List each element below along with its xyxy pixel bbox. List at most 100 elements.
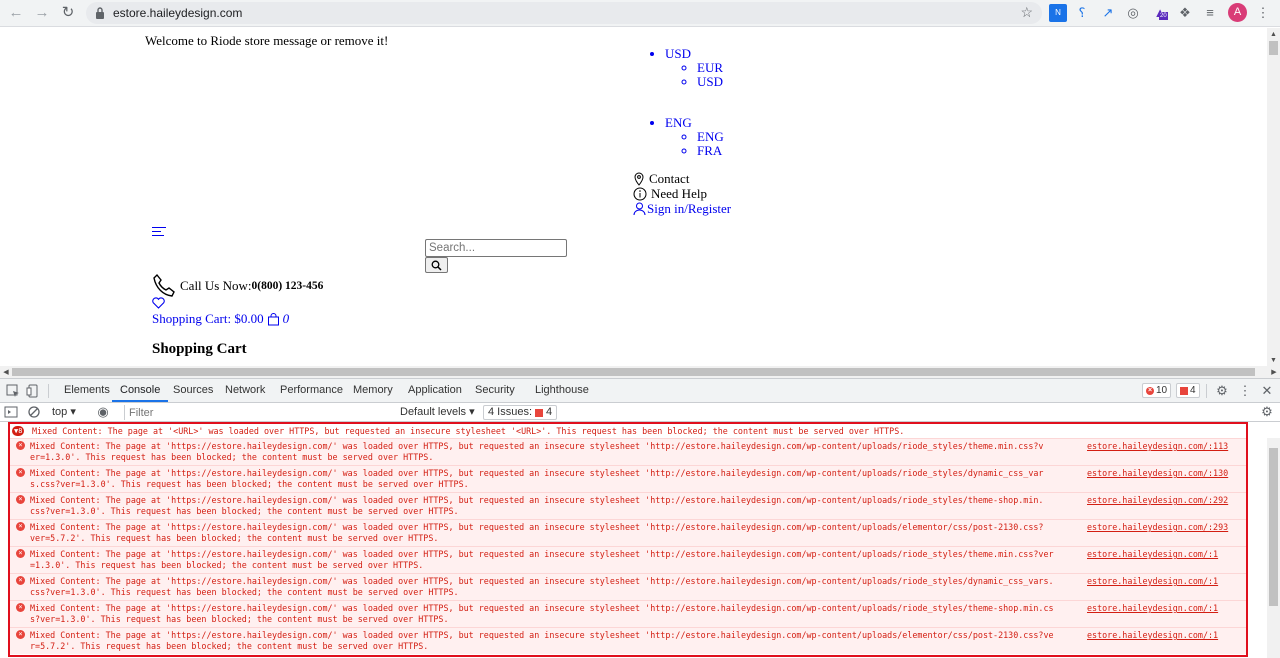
console-toolbar: top ▾ ◉ Default levels ▾ 4 Issues:4 ⚙ (0, 403, 1280, 422)
source-link[interactable]: estore.haileydesign.com/:113 (1087, 441, 1246, 452)
bookmark-star-icon[interactable]: ☆ (1020, 4, 1033, 21)
console-settings-gear-icon[interactable]: ⚙ (1259, 404, 1275, 420)
shopping-bag-icon (267, 312, 279, 325)
console-error-message[interactable]: × Mixed Content: The page at 'https://est… (10, 600, 1246, 627)
page-vertical-scrollbar[interactable]: ▲ ▼ (1267, 28, 1280, 366)
message-line-2: er=1.3.0'. This request has been blocked… (30, 452, 434, 462)
inspect-element-icon[interactable] (5, 383, 21, 399)
more-options-icon[interactable]: ⋮ (1237, 383, 1253, 399)
issue-count-badge[interactable]: 4 (1176, 383, 1200, 398)
globe-icon[interactable]: ◎ (1124, 4, 1142, 22)
tab-sources[interactable]: Sources (173, 379, 213, 402)
scroll-right-arrow-icon[interactable]: ▶ (1268, 366, 1280, 378)
message-line-1: Mixed Content: The page at 'https://esto… (30, 522, 1044, 532)
profile-avatar[interactable]: A (1228, 3, 1247, 22)
lock-icon (96, 7, 104, 19)
console-error-message[interactable]: × Mixed Content: The page at 'https://est… (10, 438, 1246, 465)
live-expression-eye-icon[interactable]: ◉ (95, 404, 111, 420)
contact-link[interactable]: Contact (633, 171, 731, 186)
console-error-message[interactable]: × Mixed Content: The page at 'https://est… (10, 546, 1246, 573)
source-link[interactable]: estore.haileydesign.com/:1 (1087, 576, 1246, 587)
sidebar-toggle-icon[interactable] (4, 405, 18, 419)
page-horizontal-scrollbar[interactable]: ◀ ▶ (0, 366, 1280, 378)
currency-option[interactable]: EUR (697, 61, 723, 75)
map-pin-icon (634, 171, 644, 186)
currency-current[interactable]: USD EUR USD (665, 47, 723, 89)
tab-performance[interactable]: Performance (280, 379, 343, 402)
scroll-down-arrow-icon[interactable]: ▼ (1267, 354, 1280, 366)
console-error-message[interactable]: × Mixed Content: The page at 'https://est… (10, 465, 1246, 492)
tab-console[interactable]: Console (112, 379, 169, 402)
search-button[interactable] (425, 257, 448, 273)
source-link[interactable]: estore.haileydesign.com/:292 (1087, 495, 1246, 506)
context-selector[interactable]: top ▾ (52, 405, 76, 420)
console-scrollbar[interactable] (1267, 438, 1280, 658)
console-filter-input[interactable] (124, 405, 397, 420)
puzzle-icon[interactable]: ❖ (1176, 4, 1194, 22)
tab-network[interactable]: Network (225, 379, 265, 402)
error-count-badge[interactable]: × 10 (1142, 383, 1172, 398)
extension-new-icon[interactable]: N (1049, 4, 1067, 22)
back-button[interactable]: ← (5, 3, 27, 23)
menu-dots-icon[interactable]: ⋮ (1254, 4, 1272, 22)
mobile-menu-toggle[interactable] (152, 227, 166, 236)
language-option[interactable]: ENG (697, 130, 724, 144)
cart-link[interactable]: Shopping Cart: $0.00 0 (152, 311, 289, 327)
currency-option[interactable]: USD (697, 75, 723, 89)
reload-button[interactable]: ↻ (57, 3, 79, 23)
source-link[interactable]: estore.haileydesign.com/:1 (1087, 549, 1246, 560)
settings-gear-icon[interactable]: ⚙ (1214, 383, 1230, 399)
scroll-thumb[interactable] (12, 368, 1255, 376)
address-bar[interactable]: estore.haileydesign.com ☆ (86, 2, 1042, 24)
tab-security[interactable]: Security (475, 379, 515, 402)
source-link[interactable]: estore.haileydesign.com/:1 (1087, 603, 1246, 614)
language-option[interactable]: FRA (697, 144, 724, 158)
dropdown-arrow-icon: ▾ (469, 406, 475, 418)
message-line-1: Mixed Content: The page at 'https://esto… (30, 468, 1044, 478)
tab-lighthouse[interactable]: Lighthouse (535, 379, 589, 402)
close-devtools-icon[interactable]: ✕ (1259, 383, 1275, 399)
console-error-message[interactable]: × Mixed Content: The page at 'https://est… (10, 519, 1246, 546)
language-current[interactable]: ENG ENG FRA (665, 116, 724, 158)
error-icon: × (1146, 386, 1154, 395)
message-line-1: Mixed Content: The page at 'https://esto… (30, 441, 1044, 451)
log-levels-dropdown[interactable]: Default levels ▾ (400, 405, 475, 420)
tab-application[interactable]: Application (408, 379, 462, 402)
extension-graduation-icon[interactable]: ▲20 (1151, 4, 1169, 22)
call-number[interactable]: 0(800) 123-456 (252, 280, 324, 292)
url-text: estore.haileydesign.com (113, 6, 243, 20)
scroll-left-arrow-icon[interactable]: ◀ (0, 366, 12, 378)
scroll-up-arrow-icon[interactable]: ▲ (1267, 28, 1280, 40)
call-us: Call Us Now: 0(800) 123-456 (152, 273, 323, 299)
issues-button[interactable]: 4 Issues: 4 (483, 405, 558, 420)
console-error-message[interactable]: × Mixed Content: The page at 'https://est… (10, 627, 1246, 654)
expand-icon[interactable]: ↗ (1099, 4, 1117, 22)
source-link[interactable]: estore.haileydesign.com/:1 (1087, 630, 1246, 641)
signin-link[interactable]: Sign in/Register (633, 201, 731, 216)
scroll-thumb[interactable] (1269, 41, 1278, 55)
translate-icon[interactable]: ؟ (1073, 4, 1091, 22)
tab-memory[interactable]: Memory (353, 379, 393, 402)
device-toolbar-icon[interactable] (25, 383, 41, 399)
issue-flag-icon (535, 408, 544, 417)
devtools-tabbar: Elements Console Sources Network Perform… (0, 379, 1280, 403)
console-error-message[interactable]: × Mixed Content: The page at 'https://est… (10, 492, 1246, 519)
reading-list-icon[interactable]: ≡ (1201, 4, 1219, 22)
language-switcher: ENG ENG FRA (665, 116, 724, 158)
source-link[interactable]: estore.haileydesign.com/:293 (1087, 522, 1246, 533)
wishlist-heart-icon[interactable] (152, 297, 165, 309)
forward-button[interactable]: → (31, 3, 53, 23)
toolbar-divider (1206, 384, 1207, 398)
console-error-message[interactable]: × Mixed Content: The page at 'https://est… (10, 573, 1246, 600)
clear-console-icon[interactable] (27, 405, 41, 419)
source-link[interactable]: estore.haileydesign.com/:130 (1087, 468, 1246, 479)
browser-toolbar: ← → ↻ estore.haileydesign.com ☆ N ؟ ↗ ◎ … (0, 0, 1280, 27)
search-input[interactable] (425, 239, 567, 257)
page-title: Shopping Cart (152, 341, 247, 357)
message-group-header[interactable]: ▼8 Mixed Content: The page at '<URL>' wa… (10, 424, 1246, 438)
message-line-2: css?ver=1.3.0'. This request has been bl… (30, 506, 459, 516)
tab-elements[interactable]: Elements (64, 379, 110, 402)
message-line-2: css?ver=1.3.0'. This request has been bl… (30, 587, 459, 597)
scroll-thumb[interactable] (1269, 448, 1278, 606)
help-link[interactable]: Need Help (633, 186, 731, 201)
